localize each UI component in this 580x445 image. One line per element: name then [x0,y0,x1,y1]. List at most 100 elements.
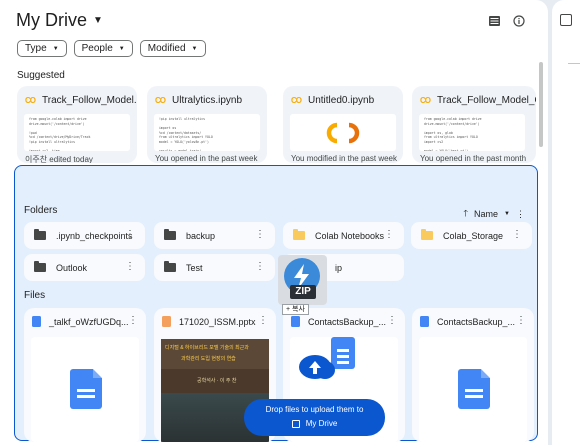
sort-label: Name [474,209,499,219]
notebook-code: from google.colab import drive drive.mou… [424,117,482,151]
suggested-card-footer: You opened in the past week [155,154,258,163]
more-vert-icon[interactable]: ⋮ [255,229,265,240]
folder-name: Colab_Storage [443,230,504,241]
colab-icon: CO [155,95,166,105]
list-view-icon[interactable] [489,15,500,29]
folder-item[interactable]: Outlook ⋮ [24,254,145,281]
suggested-label: Suggested [17,70,65,81]
filter-type[interactable]: Type ▼ [17,40,67,57]
slide-subtitle: 과학관리 도입 현장의 연습 [181,356,236,362]
folder-item[interactable]: Colab Notebooks ⋮ [283,222,404,249]
notebook-preview: !pip install ultralytics import os %cd /… [154,114,260,151]
colab-icon: CO [25,95,36,105]
more-vert-icon[interactable]: ⋮ [387,315,397,326]
file-preview [419,337,527,442]
chevron-down-icon: ▼ [191,45,198,52]
more-vert-icon[interactable]: ⋮ [258,315,268,326]
notebook-code: !pip install ultralytics import os %cd /… [159,117,213,151]
file-preview [31,337,139,442]
arrow-up-icon: 🡑 [463,208,469,218]
upload-destination-pill: Drop files to upload them to My Drive [244,399,385,436]
folder-icon [164,229,176,240]
info-icon[interactable] [513,15,525,30]
folder-item[interactable]: Colab_Storage ⋮ [411,222,532,249]
file-name: ContactsBackup_... [437,316,516,327]
folder-icon [34,261,46,272]
more-vert-icon[interactable]: ⋮ [255,261,265,272]
more-vert-icon[interactable]: ⋮ [384,229,394,240]
suggested-card[interactable]: CO Track_Follow_Model.ip... from google.c… [17,86,137,163]
suggested-card-footer: You modified in the past week [291,154,397,163]
colab-logo-icon [326,122,360,143]
dragged-zip-file[interactable]: ZIP [278,255,327,305]
chevron-down-icon: ▼ [93,15,103,26]
page-title-text: My Drive [16,10,87,30]
doc-icon [291,316,300,327]
file-name: _talkf_oWzfUGDq... [49,316,129,327]
more-vert-icon[interactable]: ⋮ [512,229,522,240]
chevron-down-icon: ▼ [504,211,510,217]
doc-icon [32,316,41,327]
suggested-card-name: Ultralytics.ipynb [172,94,243,106]
folder-name: Test [186,262,203,273]
file-name: 171020_ISSM.pptx [179,316,256,327]
more-vert-icon[interactable]: ⋮ [516,209,525,220]
cloud-upload-icon [299,337,355,379]
suggested-card-name: Track_Follow_Model.ip... [42,94,137,106]
folder-item[interactable]: backup ⋮ [154,222,275,249]
folder-name: .ipynb_checkpoints [56,230,133,241]
suggested-card[interactable]: CO Track_Follow_Model_O... from google.co… [412,86,536,163]
more-vert-icon[interactable]: ⋮ [128,315,138,326]
zip-label: ZIP [290,285,316,299]
suggested-card-name: Track_Follow_Model_O... [437,94,536,106]
more-vert-icon[interactable]: ⋮ [125,229,135,240]
scrollbar[interactable] [539,62,543,147]
panel-icon[interactable] [560,14,572,26]
divider [568,63,580,64]
folders-label: Folders [24,205,58,216]
folder-name: ip [335,262,343,273]
page-title[interactable]: My Drive ▼ [16,10,103,31]
upload-hint: Drop files to upload them to [265,405,364,414]
suggested-card[interactable]: CO Untitled0.ipynb You modified in the pa… [283,86,403,163]
files-label: Files [24,290,46,301]
filter-people[interactable]: People ▼ [73,40,133,57]
file-name: ContactsBackup_... [308,316,387,327]
file-card[interactable]: _talkf_oWzfUGDq... ⋮ [24,308,146,442]
suggested-card-footer: You opened in the past month [420,154,527,163]
folder-icon [293,229,305,240]
notebook-code: from google.colab import drive drive.mou… [29,117,91,151]
more-vert-icon[interactable]: ⋮ [516,315,526,326]
folder-icon [34,229,46,240]
folder-name: Colab Notebooks [315,230,385,241]
chevron-down-icon: ▼ [52,45,59,52]
slide-author: 공학석사 · 이 주 찬 [197,378,237,384]
more-vert-icon[interactable]: ⋮ [125,261,135,272]
folder-icon [164,261,176,272]
folder-icon [421,229,433,240]
sort-control[interactable]: 🡑 Name ▼ ⋮ [463,206,525,222]
filter-modified[interactable]: Modified ▼ [139,40,206,57]
colab-icon: CO [291,95,302,105]
folder-item[interactable]: Test ⋮ [154,254,275,281]
filter-chips: Type ▼ People ▼ Modified ▼ [17,40,206,57]
slides-icon [162,316,171,327]
suggested-card-name: Untitled0.ipynb [308,94,375,106]
colab-icon: CO [420,95,431,105]
folder-item[interactable]: .ipynb_checkpoints ⋮ [24,222,145,249]
chevron-down-icon: ▼ [118,45,125,52]
upload-destination: My Drive [305,419,338,428]
folder-name: Outlook [56,262,88,273]
document-icon [458,369,490,409]
slide-title: 디지털 & 하이브리드 모델 기술의 최근과 [165,345,249,351]
notebook-preview: from google.colab import drive drive.mou… [419,114,525,151]
filter-modified-label: Modified [147,43,186,54]
document-icon [70,369,102,409]
copy-badge: + 복사 [282,304,309,315]
folder-name: backup [186,230,216,241]
suggested-card[interactable]: CO Ultralytics.ipynb !pip install ultraly… [147,86,267,163]
doc-icon [420,316,429,327]
suggested-card-footer: 이주찬 edited today [25,155,93,163]
drive-icon [291,419,300,428]
file-card[interactable]: ContactsBackup_... ⋮ [412,308,534,442]
